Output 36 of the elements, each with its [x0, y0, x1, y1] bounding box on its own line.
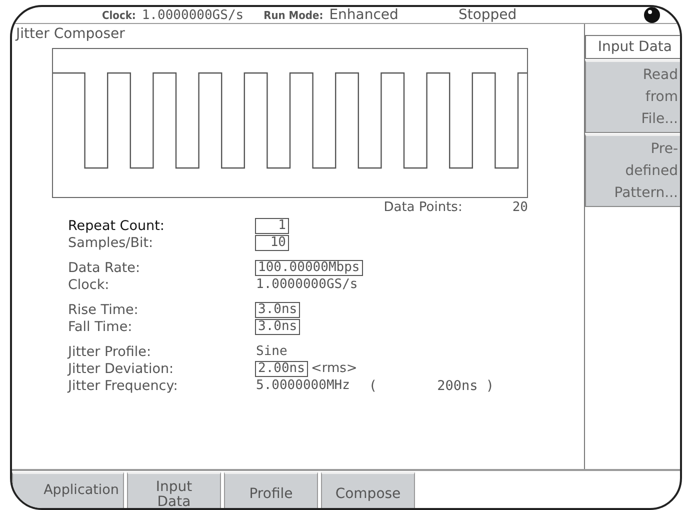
parameter-label: Samples/Bit:: [68, 234, 154, 250]
parameter-label: Jitter Profile:: [68, 344, 152, 360]
value-field[interactable]: 10: [255, 234, 289, 250]
value-field[interactable]: 2.00ns: [255, 360, 308, 376]
menu-title: Input Data: [585, 35, 680, 59]
panel-title: Jitter Composer: [14, 26, 126, 42]
run-state: Stopped: [458, 7, 517, 23]
parameter-label: Clock:: [68, 276, 110, 292]
tab[interactable]: Profile: [224, 472, 318, 508]
parenthesis: (: [368, 378, 378, 394]
value-field[interactable]: 1: [255, 218, 289, 234]
value-field[interactable]: 100.00000Mbps: [255, 260, 363, 276]
parameter-label: Data Rate:: [68, 260, 142, 276]
parameter-value: 1.0000000GS/s: [255, 277, 359, 292]
run-mode-label: Run Mode:: [264, 8, 324, 22]
parameter-value: 5.0000000MHz: [255, 378, 351, 393]
parameter-label: Jitter Frequency:: [68, 378, 179, 394]
tab[interactable]: Compose: [321, 472, 415, 508]
parameter-label: Repeat Count:: [68, 218, 166, 234]
menu-button[interactable]: Read from File...: [585, 60, 680, 133]
clock-label: Clock:: [102, 8, 136, 22]
parameter-label: Rise Time:: [68, 302, 140, 318]
data-points-label: Data Points:: [384, 200, 462, 215]
parameter-value: Sine: [255, 344, 288, 359]
tab[interactable]: Application: [12, 472, 124, 508]
parameter-label: Jitter Deviation:: [68, 360, 175, 376]
value-field[interactable]: 3.0ns: [255, 318, 300, 334]
value-field[interactable]: 3.0ns: [255, 302, 300, 318]
tab[interactable]: Input Data: [127, 472, 221, 508]
unit-label: <rms>: [310, 361, 358, 376]
data-points-value: 20: [512, 200, 528, 215]
period-value: 200ns ): [437, 378, 494, 394]
run-mode-value: Enhanced: [329, 7, 398, 23]
parameter-label: Fall Time:: [68, 318, 134, 334]
clock-value: 1.0000000GS/s: [142, 8, 244, 22]
menu-button[interactable]: Pre- defined Pattern...: [585, 134, 680, 207]
